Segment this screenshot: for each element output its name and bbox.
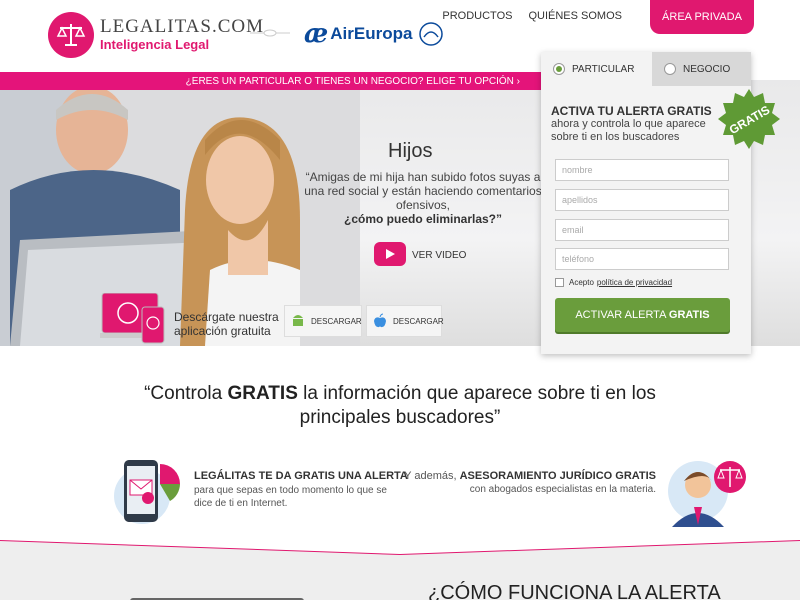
activate-alert-button[interactable]: ACTIVAR ALERTA GRATIS: [555, 298, 730, 332]
tab-negocio[interactable]: NEGOCIO: [652, 52, 751, 86]
nav-quienes-somos[interactable]: QUIÉNES SOMOS: [520, 10, 630, 22]
apple-icon: [373, 313, 387, 329]
particular-radio[interactable]: [553, 63, 565, 75]
download-apple-button[interactable]: DESCARGAR: [366, 305, 444, 337]
hero-quote-question: ¿cómo puedo eliminarlas?”: [343, 212, 503, 226]
mobile-app-devices-icon: [100, 293, 165, 344]
nav-productos[interactable]: PRODUCTOS: [434, 10, 520, 22]
feature-alert-body: para que sepas en todo momento lo que se…: [194, 485, 387, 509]
tab-negocio-label: NEGOCIO: [683, 63, 731, 75]
feature-alert-title: LEGÁLITAS TE DA GRATIS UNA ALERTA: [194, 470, 408, 482]
tab-particular-label: PARTICULAR: [572, 63, 635, 75]
logo[interactable]: LEGALITAS.COM Inteligencia Legal: [48, 12, 264, 58]
download-android-button[interactable]: DESCARGAR: [284, 305, 362, 337]
app-promo-text: Descárgate nuestra aplicación gratuita: [174, 310, 279, 338]
link-divider-icon: [250, 29, 290, 37]
video-label[interactable]: VER VIDEO: [412, 250, 466, 261]
download-apple-label: DESCARGAR: [393, 316, 444, 326]
phone-field[interactable]: teléfono: [555, 248, 729, 270]
form-title: ACTIVA TU ALERTA GRATIS: [551, 104, 712, 118]
name-field[interactable]: nombre: [555, 159, 729, 181]
main-headline: “Controla GRATIS la información que apar…: [130, 382, 670, 430]
hero-quote: “Amigas de mi hija han subido fotos suya…: [304, 170, 542, 212]
feature-advice-title: Y además, ASESORAMIENTO JURÍDICO GRATIS: [404, 470, 656, 482]
app-promo-line1: Descárgate nuestra: [174, 310, 279, 324]
download-android-label: DESCARGAR: [311, 316, 362, 326]
surname-field[interactable]: apellidos: [555, 189, 729, 211]
partner-logo: æ AirEuropa: [304, 20, 444, 48]
feature-advice-body: con abogados especialistas en la materia…: [469, 484, 656, 495]
cta-label-bold: GRATIS: [668, 309, 710, 321]
headline-pre: “Controla: [144, 383, 228, 404]
airline-mark: æ: [304, 19, 329, 49]
logo-title: LEGALITAS.COM: [100, 16, 264, 37]
scales-logo-icon: [48, 12, 94, 58]
airline-name: AirEuropa: [330, 24, 413, 43]
privacy-consent: Acepto política de privacidad: [555, 278, 672, 287]
email-field[interactable]: email: [555, 219, 729, 241]
privacy-checkbox[interactable]: [555, 278, 564, 287]
privacy-policy-link[interactable]: política de privacidad: [597, 278, 672, 287]
form-subtitle: ahora y controla lo que aparece sobre ti…: [551, 118, 706, 143]
gratis-badge-icon: GRATIS: [718, 89, 780, 149]
headline-post: la información que aparece sobre ti en l…: [297, 383, 656, 428]
how-it-works-title: ¿CÓMO FUNCIONA LA ALERTA: [428, 582, 721, 600]
headline-bold: GRATIS: [227, 383, 298, 404]
audience-strip[interactable]: ¿ERES UN PARTICULAR O TIENES UN NEGOCIO?…: [0, 72, 548, 90]
hero-title: Hijos: [388, 140, 433, 162]
feature-advice-pre: Y además,: [404, 470, 460, 482]
logo-subtitle: Inteligencia Legal: [100, 37, 210, 52]
android-icon: [291, 313, 305, 329]
feature-advice-bold: ASESORAMIENTO JURÍDICO GRATIS: [459, 470, 656, 482]
private-area-button[interactable]: ÁREA PRIVADA: [650, 0, 754, 34]
app-promo-line2: aplicación gratuita: [174, 324, 271, 338]
phone-alert-icon: [114, 460, 180, 524]
tab-particular[interactable]: PARTICULAR: [541, 52, 652, 86]
play-icon: [386, 249, 395, 259]
accept-label: Acepto: [569, 278, 594, 287]
main-nav: PRODUCTOS QUIÉNES SOMOS ÁREA PRIVADA: [434, 0, 800, 34]
cta-label: ACTIVAR ALERTA: [575, 309, 669, 321]
play-video-button[interactable]: [374, 242, 406, 266]
lawyer-icon: [668, 461, 746, 527]
negocio-radio[interactable]: [664, 63, 676, 75]
section-divider: [0, 540, 800, 556]
